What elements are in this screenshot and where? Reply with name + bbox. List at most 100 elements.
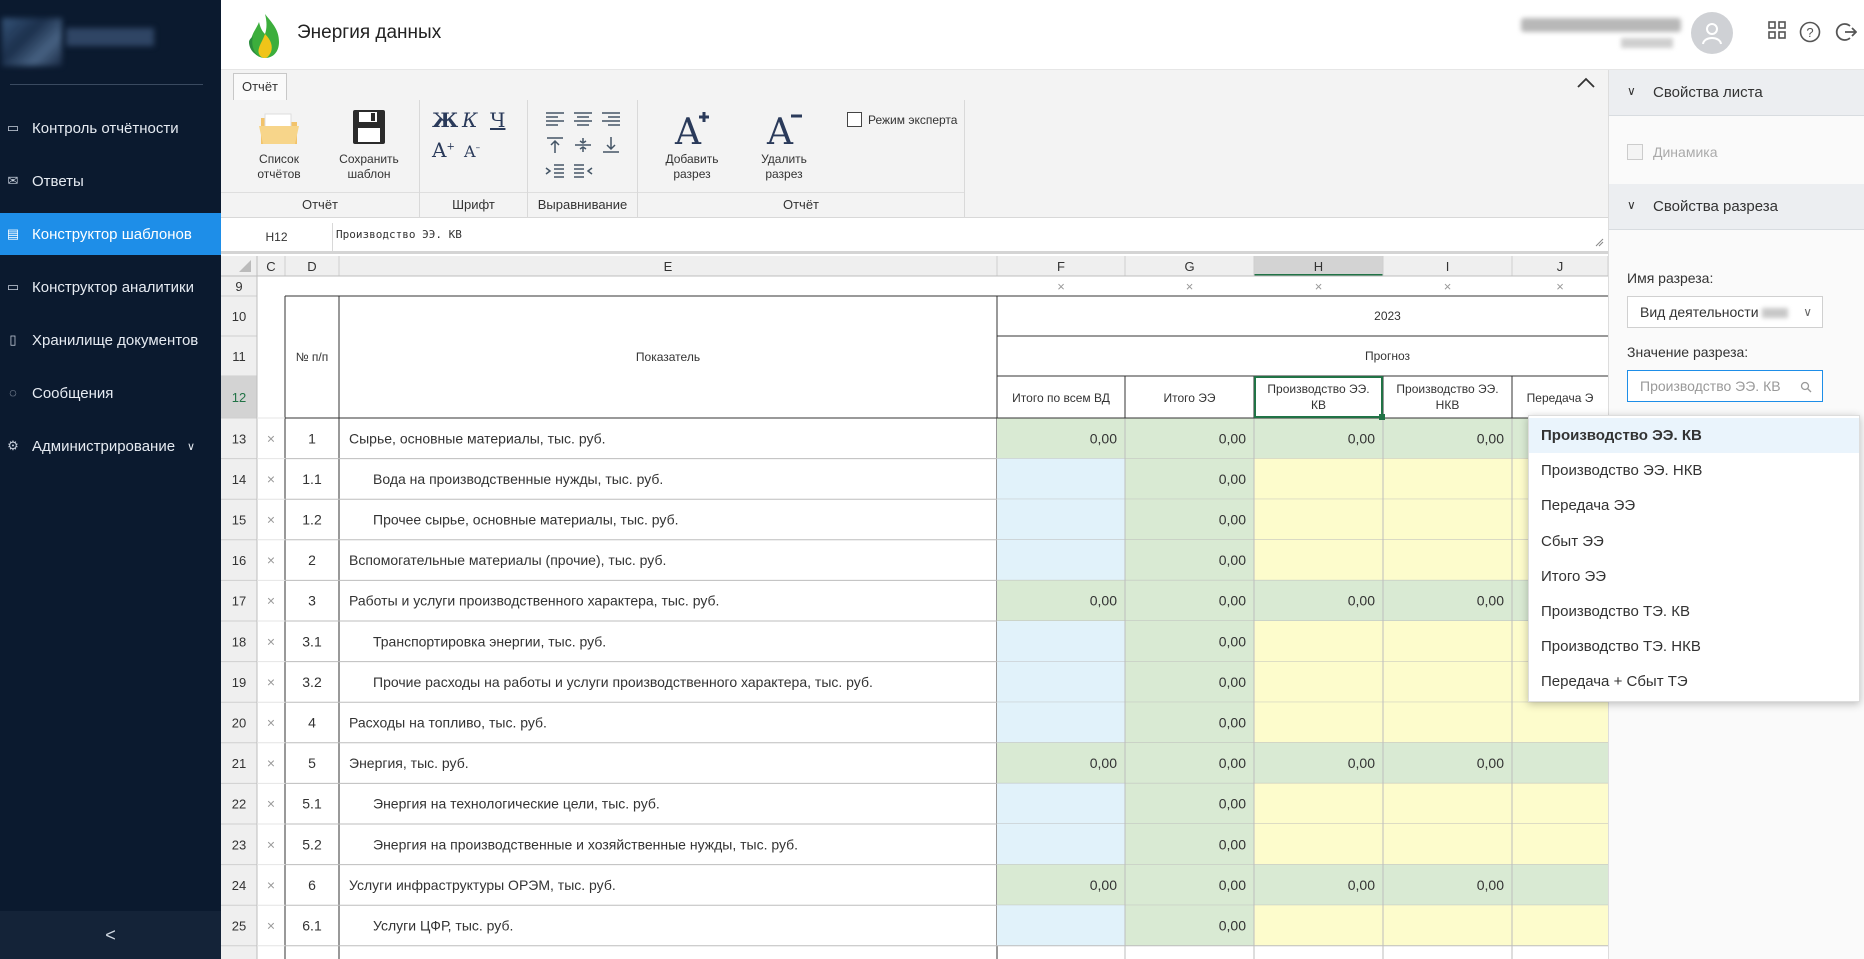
list-reports-button[interactable]: Список отчётов (243, 108, 315, 182)
data-cell[interactable] (1254, 702, 1383, 743)
collapse-ribbon-chevron-up-icon[interactable] (1576, 76, 1596, 92)
data-cell[interactable] (1512, 824, 1608, 865)
data-cell[interactable] (1512, 783, 1608, 824)
bold-button[interactable]: Ж (432, 108, 458, 132)
sidebar-item-answers[interactable]: ✉ Ответы (0, 160, 221, 202)
data-cell[interactable] (997, 702, 1125, 743)
data-cell[interactable] (997, 499, 1125, 540)
data-cell[interactable] (997, 458, 1125, 500)
spreadsheet-grid[interactable]: C D E F G H I J 9 10 11 12 13 14 15 16 17 18 19 20 21 22 23 24 2… (221, 256, 1608, 959)
fill-handle[interactable] (1379, 414, 1385, 420)
data-cell[interactable] (1383, 905, 1512, 946)
checkbox-box[interactable] (1627, 144, 1643, 160)
underline-button[interactable]: Ч (490, 108, 505, 132)
row-num-cell: 6.1 (302, 918, 322, 934)
data-cell[interactable] (1383, 824, 1512, 865)
save-template-button[interactable]: Сохранить шаблон (331, 108, 407, 182)
dropdown-option[interactable]: Производство ТЭ. КВ (1529, 594, 1859, 629)
sidebar-item-reporting-control[interactable]: ▭ Контроль отчётности (0, 107, 221, 149)
formula-input[interactable]: Производство ЭЭ. КВ (336, 228, 462, 241)
data-cell[interactable] (1383, 783, 1512, 824)
resize-handle-icon[interactable] (1594, 237, 1604, 247)
apps-grid-icon[interactable] (1766, 21, 1788, 43)
section-slice-properties[interactable]: ∨ Свойства разреза (1609, 184, 1864, 230)
delete-slice-button[interactable]: A Удалить разрез (746, 108, 822, 182)
section-sheet-properties[interactable]: ∨ Свойства листа (1609, 70, 1864, 116)
chevron-down-icon: ∨ (1627, 84, 1636, 98)
help-icon[interactable]: ? (1799, 21, 1821, 43)
data-cell[interactable] (997, 621, 1125, 662)
sidebar-item-messages[interactable]: ◌ Сообщения (0, 372, 221, 414)
svg-text:A: A (674, 112, 702, 148)
collapse-sidebar-button[interactable]: < (0, 911, 221, 959)
align-center-icon[interactable] (572, 110, 594, 128)
dropdown-option[interactable]: Передача + Сбыт ТЭ (1529, 664, 1859, 699)
logout-icon[interactable] (1835, 21, 1858, 43)
dropdown-option[interactable]: Производство ТЭ. НКВ (1529, 629, 1859, 664)
sidebar-item-analytics-builder[interactable]: ▭ Конструктор аналитики (0, 266, 221, 308)
dropdown-option[interactable]: Производство ЭЭ. НКВ (1529, 453, 1859, 488)
align-left-icon[interactable] (544, 110, 566, 128)
data-cell[interactable] (997, 905, 1125, 946)
align-top-icon[interactable] (544, 136, 566, 154)
dropdown-option[interactable]: Сбыт ЭЭ (1529, 524, 1859, 559)
dropdown-option[interactable]: Производство ЭЭ. КВ (1529, 418, 1859, 453)
data-cell[interactable] (997, 661, 1125, 703)
column-header: Производство ЭЭ. (1396, 382, 1498, 396)
ribbon-group-alignment: Выравнивание (528, 100, 638, 218)
dynamics-checkbox[interactable]: Динамика (1627, 144, 1717, 160)
value-cell: 0,00 (1219, 715, 1246, 731)
value-cell: 0,00 (1477, 430, 1504, 446)
slice-name-select[interactable]: Вид деятельности ∨ (1627, 296, 1823, 328)
data-cell[interactable] (1254, 905, 1383, 946)
italic-button[interactable]: К (462, 108, 477, 132)
indent-increase-icon[interactable] (544, 162, 566, 180)
row-num-cell: 5.2 (302, 836, 322, 852)
data-cell[interactable] (1512, 702, 1608, 743)
cell-reference[interactable]: H12 (221, 223, 333, 251)
row-number: 13 (232, 431, 246, 446)
data-cell[interactable] (997, 783, 1125, 824)
value-cell: 0,00 (1348, 430, 1375, 446)
dropdown-option[interactable]: Итого ЭЭ (1529, 559, 1859, 594)
indent-decrease-icon[interactable] (572, 162, 594, 180)
data-cell[interactable] (1512, 864, 1608, 906)
decrease-font-icon[interactable]: A– (464, 142, 480, 161)
data-cell[interactable] (1383, 458, 1512, 500)
data-cell[interactable] (1254, 458, 1383, 500)
slice-value-input[interactable]: Производство ЭЭ. КВ (1627, 370, 1823, 402)
data-cell[interactable] (1383, 499, 1512, 540)
sidebar-item-template-builder[interactable]: ▤ Конструктор шаблонов (0, 213, 221, 255)
avatar[interactable] (1691, 12, 1733, 54)
data-cell[interactable] (1254, 661, 1383, 703)
spreadsheet-canvas[interactable]: C D E F G H I J91011121314151617181920212223242… (221, 256, 1608, 959)
expert-mode-checkbox[interactable]: Режим эксперта (847, 112, 957, 127)
data-cell[interactable] (1254, 621, 1383, 662)
align-bottom-icon[interactable] (600, 136, 622, 154)
data-cell[interactable] (1254, 499, 1383, 540)
data-cell[interactable] (1383, 621, 1512, 662)
indicator-cell: Энергия на технологические цели, тыс. ру… (373, 796, 660, 812)
sidebar-item-document-storage[interactable]: ▯ Хранилище документов (0, 319, 221, 361)
data-cell[interactable] (1254, 783, 1383, 824)
slice-value-dropdown[interactable]: Производство ЭЭ. КВ Производство ЭЭ. НКВ П… (1528, 415, 1860, 702)
data-cell[interactable] (997, 824, 1125, 865)
increase-font-icon[interactable]: A+ (432, 138, 455, 162)
data-cell[interactable] (1512, 905, 1608, 946)
data-cell[interactable] (1383, 539, 1512, 581)
data-cell[interactable] (1254, 824, 1383, 865)
add-slice-button[interactable]: A Добавить разрез (654, 108, 730, 182)
dropdown-option[interactable]: Передача ЭЭ (1529, 488, 1859, 523)
row-number: 18 (232, 634, 246, 649)
data-cell[interactable] (1254, 539, 1383, 581)
tab-report[interactable]: Отчёт (233, 73, 287, 100)
ribbon-tab-bar: Отчёт (221, 70, 1608, 100)
data-cell[interactable] (1383, 661, 1512, 703)
align-right-icon[interactable] (600, 110, 622, 128)
data-cell[interactable] (997, 539, 1125, 581)
data-cell[interactable] (1512, 742, 1608, 784)
align-middle-icon[interactable] (572, 136, 594, 154)
checkbox-box[interactable] (847, 112, 862, 127)
sidebar-item-administration[interactable]: ⚙ Администрирование ∨ (0, 425, 221, 467)
data-cell[interactable] (1383, 702, 1512, 743)
